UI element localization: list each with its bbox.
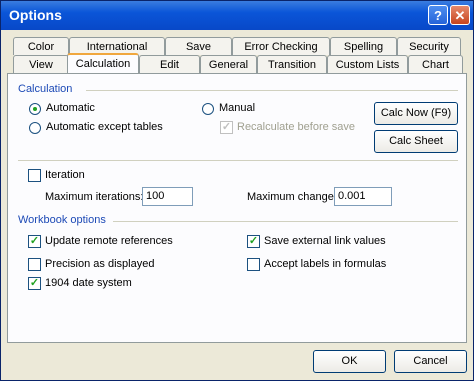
calculation-divider [86,90,458,91]
automatic-label: Automatic [46,102,95,114]
workbook-options-divider [113,221,458,222]
save-external-checkbox[interactable]: ✓ [247,235,260,248]
accept-labels-label: Accept labels in formulas [264,258,387,270]
close-icon: ✕ [454,8,466,23]
dialog-title: Options [9,7,62,23]
manual-label: Manual [219,102,256,114]
date1904-checkbox[interactable]: ✓ [28,277,41,290]
close-button[interactable]: ✕ [450,5,470,25]
tab-edit[interactable]: Edit [139,55,200,73]
update-remote-label: Update remote references [45,235,173,247]
iteration-divider [18,160,458,161]
tab-transition[interactable]: Transition [257,55,327,73]
iteration-checkbox[interactable] [28,169,41,182]
date1904-label: 1904 date system [45,277,132,289]
accept-labels-checkbox[interactable] [247,258,260,271]
tab-save[interactable]: Save [165,37,232,55]
title-bar[interactable]: Options ? ✕ [1,1,473,30]
radio-automatic[interactable] [29,103,41,115]
ok-button[interactable]: OK [313,350,386,373]
max-change-label: Maximum change: [247,191,337,203]
cancel-button[interactable]: Cancel [394,350,467,373]
calc-now-button[interactable]: Calc Now (F9) [374,102,458,125]
max-iterations-input[interactable]: 100 [142,187,193,206]
tab-general[interactable]: General [200,55,257,73]
precision-label: Precision as displayed [45,258,155,270]
max-change-input[interactable]: 0.001 [334,187,392,206]
iteration-label: Iteration [45,169,85,181]
max-iterations-label: Maximum iterations: [45,191,144,203]
recalc-before-save-checkbox[interactable]: ✓ [220,121,233,134]
calc-sheet-button[interactable]: Calc Sheet [374,130,458,153]
help-button[interactable]: ? [428,5,448,25]
tab-security[interactable]: Security [397,37,461,55]
radio-automatic-except-tables[interactable] [29,122,41,134]
automatic-except-tables-label: Automatic except tables [46,121,163,133]
tab-chart[interactable]: Chart [408,55,463,73]
tab-color[interactable]: Color [13,37,69,55]
question-icon: ? [434,8,442,23]
tab-calculation[interactable]: Calculation [67,53,139,73]
tab-view[interactable]: View [13,55,69,73]
precision-checkbox[interactable] [28,258,41,271]
tab-error-checking[interactable]: Error Checking [232,37,330,55]
save-external-label: Save external link values [264,235,386,247]
calculation-panel: Calculation Automatic Automatic except t… [7,73,467,343]
tab-spelling[interactable]: Spelling [330,37,397,55]
radio-manual[interactable] [202,103,214,115]
recalc-before-save-label: Recalculate before save [237,121,356,133]
calculation-heading: Calculation [18,83,73,95]
radio-selected-dot [33,107,37,111]
options-dialog: Options ? ✕ Color International Save Err… [0,0,474,381]
update-remote-checkbox[interactable]: ✓ [28,235,41,248]
workbook-options-heading: Workbook options [18,214,106,226]
tab-custom-lists[interactable]: Custom Lists [327,55,408,73]
